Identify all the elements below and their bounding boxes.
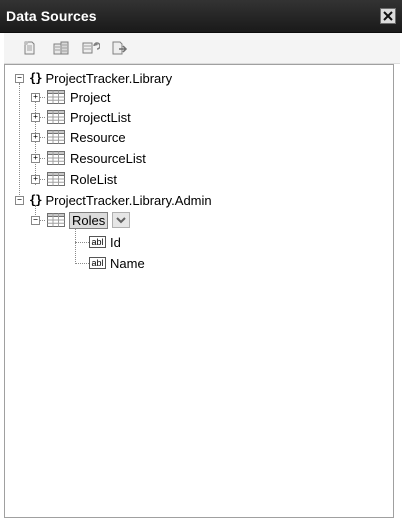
namespace-label: ProjectTracker.Library — [45, 70, 173, 86]
title-bar[interactable]: Data Sources — [0, 0, 402, 33]
class-label: ResourceList — [70, 150, 146, 166]
tree-node-field[interactable]: abl Id — [89, 232, 121, 252]
tree-node-class[interactable]: + ResourceList — [31, 148, 146, 168]
expand-icon[interactable]: + — [31, 92, 40, 102]
data-source-tree[interactable]: − {} ProjectTracker.Library + Project + … — [4, 64, 394, 518]
close-icon — [383, 11, 393, 21]
toolbar — [4, 33, 400, 64]
class-label: ProjectList — [70, 109, 131, 125]
table-icon — [47, 90, 65, 104]
table-icon — [47, 172, 65, 186]
control-type-dropdown[interactable] — [112, 212, 131, 228]
textbox-field-icon: abl — [89, 257, 106, 269]
tree-node-field[interactable]: abl Name — [89, 253, 145, 273]
add-new-data-source-button[interactable] — [20, 38, 40, 58]
expand-icon[interactable]: + — [31, 132, 40, 142]
table-icon — [47, 151, 65, 165]
tree-node-class-selected[interactable]: − Roles — [31, 210, 131, 230]
namespace-icon: {} — [29, 71, 42, 85]
dataset-designer-icon — [53, 41, 69, 55]
collapse-icon[interactable]: − — [31, 215, 40, 225]
table-icon — [47, 110, 65, 124]
tree-node-namespace[interactable]: − {} ProjectTracker.Library — [15, 68, 172, 88]
data-sources-panel: Data Sources − {} ProjectTracker.Library… — [0, 0, 402, 526]
edit-dataset-button[interactable] — [51, 38, 71, 58]
tree-node-class[interactable]: + Resource — [31, 127, 126, 147]
configure-icon — [82, 42, 100, 54]
class-label: Resource — [70, 129, 126, 145]
collapse-icon[interactable]: − — [15, 73, 24, 83]
textbox-field-icon: abl — [89, 236, 106, 248]
class-label: Project — [70, 89, 111, 105]
field-label: Id — [110, 234, 121, 250]
expand-icon[interactable]: + — [31, 112, 40, 122]
field-label: Name — [110, 255, 145, 271]
panel-title: Data Sources — [6, 8, 97, 24]
chevron-down-icon — [116, 217, 126, 224]
refresh-button[interactable] — [110, 38, 130, 58]
collapse-icon[interactable]: − — [15, 195, 24, 205]
database-add-icon — [24, 41, 35, 55]
expand-icon[interactable]: + — [31, 153, 40, 163]
tree-node-class[interactable]: + ProjectList — [31, 107, 131, 127]
namespace-icon: {} — [29, 193, 42, 207]
tree-node-namespace[interactable]: − {} ProjectTracker.Library.Admin — [15, 190, 212, 210]
namespace-label: ProjectTracker.Library.Admin — [45, 192, 212, 208]
expand-icon[interactable]: + — [31, 174, 40, 184]
class-label: Roles — [69, 211, 109, 229]
tree-node-class[interactable]: + Project — [31, 87, 110, 107]
table-icon — [47, 130, 65, 144]
close-button[interactable] — [380, 8, 396, 24]
configure-dataset-button[interactable] — [81, 38, 101, 58]
table-icon — [47, 213, 65, 227]
tree-node-class[interactable]: + RoleList — [31, 169, 117, 189]
class-label: RoleList — [70, 171, 117, 187]
refresh-icon — [112, 41, 128, 55]
